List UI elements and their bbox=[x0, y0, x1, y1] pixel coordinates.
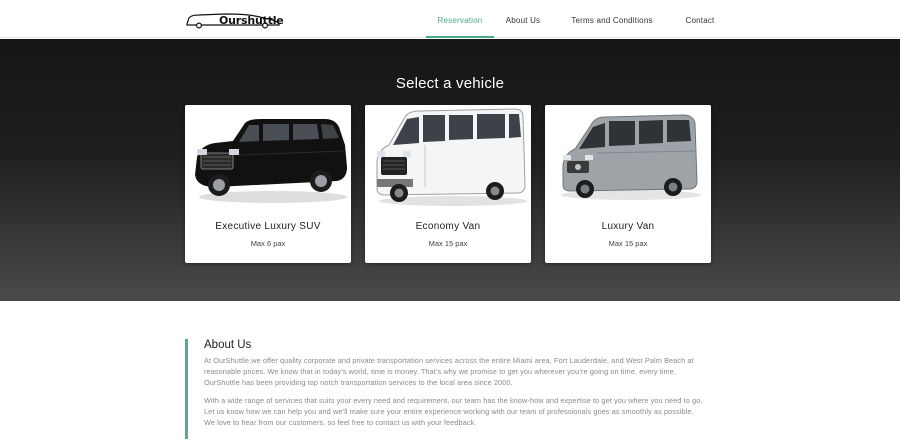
nav-about-us[interactable]: About Us bbox=[494, 0, 552, 38]
vehicle-card-executive-suv[interactable]: Executive Luxury SUV Max 6 pax bbox=[185, 105, 351, 263]
vehicle-capacity: Max 15 pax bbox=[608, 239, 648, 248]
nav-reservation[interactable]: Reservation bbox=[426, 0, 494, 38]
white-van-image bbox=[365, 105, 531, 211]
top-navbar: Ourshuttle Reservation About Us Terms an… bbox=[0, 0, 900, 38]
vehicle-name: Executive Luxury SUV bbox=[215, 221, 321, 232]
silver-sprinter-van-image bbox=[545, 105, 711, 211]
vehicle-capacity: Max 15 pax bbox=[428, 239, 468, 248]
vehicle-capacity: Max 6 pax bbox=[250, 239, 286, 248]
vehicle-card-economy-van[interactable]: Economy Van Max 15 pax bbox=[365, 105, 531, 263]
vehicle-selection-section: Select a vehicle Executive Luxury SUV Ma… bbox=[0, 39, 900, 301]
nav-terms-and-conditions[interactable]: Terms and Conditions bbox=[552, 0, 672, 38]
logo-text: Ourshuttle bbox=[219, 14, 284, 27]
black-suv-image bbox=[185, 105, 351, 211]
main-menu: Reservation About Us Terms and Condition… bbox=[426, 0, 728, 38]
section-title: Select a vehicle bbox=[395, 75, 505, 92]
about-us-heading: About Us bbox=[204, 339, 252, 351]
vehicle-name: Luxury Van bbox=[601, 221, 655, 232]
about-us-section: About Us At OurShuttle,we offer quality … bbox=[185, 339, 705, 439]
vehicle-card-luxury-van[interactable]: Luxury Van Max 15 pax bbox=[545, 105, 711, 263]
about-paragraph: With a wide range of services that suits… bbox=[204, 396, 703, 427]
about-paragraph: At OurShuttle,we offer quality corporate… bbox=[204, 356, 694, 387]
logo[interactable]: Ourshuttle bbox=[185, 10, 284, 30]
vehicle-name: Economy Van bbox=[415, 221, 481, 232]
nav-contact[interactable]: Contact bbox=[672, 0, 728, 38]
